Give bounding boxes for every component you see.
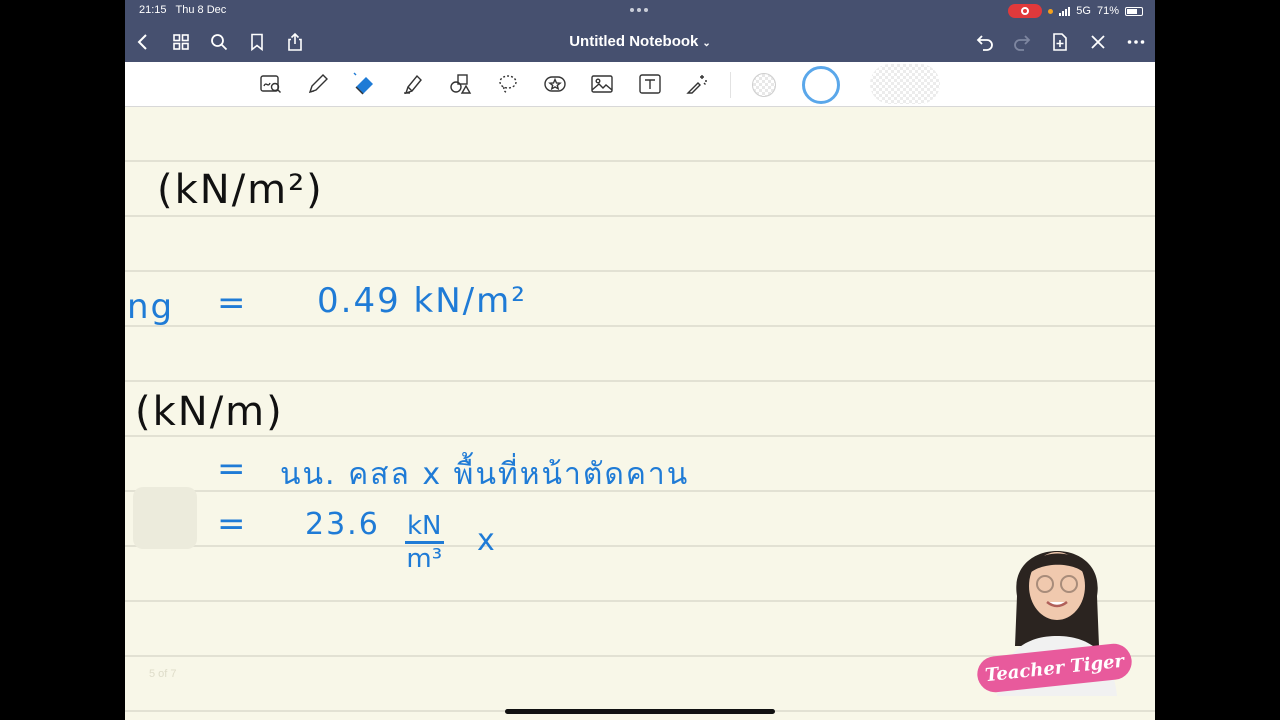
handwritten-heading-kn-per-m2: (kN/m²): [157, 167, 324, 213]
handwritten-equals: =: [217, 283, 248, 323]
handwritten-heading-kn-per-m: (kN/m): [135, 389, 284, 435]
color-swatch-selected[interactable]: [802, 66, 840, 104]
ghost-selection-box: [133, 487, 197, 549]
presenter-webcam-overlay: Teacher Tiger: [975, 516, 1137, 696]
status-time: 21:15: [139, 4, 167, 16]
handwritten-thai-formula: นน. คสล x พื้นที่หน้าตัดคาน: [280, 457, 690, 492]
sticker-icon[interactable]: [541, 70, 569, 98]
notebook-app-screen: 21:15 Thu 8 Dec 5G 71% Untitled Notebook…: [125, 0, 1155, 720]
laser-pointer-icon[interactable]: [683, 70, 711, 98]
ruled-line: [125, 160, 1155, 162]
signal-icon: [1059, 6, 1071, 16]
close-icon[interactable]: [1086, 30, 1110, 54]
fraction-numerator: kN: [405, 511, 444, 544]
handwritten-fraction-kn-per-m3: kN m³: [405, 511, 444, 574]
lasso-icon[interactable]: [494, 70, 522, 98]
home-indicator[interactable]: [505, 709, 775, 714]
handwritten-value-23-6: 23.6: [305, 507, 380, 542]
status-left: 21:15 Thu 8 Dec: [139, 4, 226, 16]
chevron-down-icon: ⌄: [702, 38, 711, 49]
mic-indicator-icon: [1048, 8, 1054, 14]
screen-recording-icon: [1008, 4, 1043, 18]
battery-icon: [1125, 6, 1143, 16]
zoom-window-icon[interactable]: [257, 70, 285, 98]
drawing-toolbar: [125, 62, 1155, 107]
ruled-line: [125, 435, 1155, 437]
redo-icon[interactable]: [1010, 30, 1034, 54]
status-right: 5G 71%: [1008, 4, 1143, 18]
handwritten-equals: =: [217, 504, 248, 544]
ruled-line: [125, 270, 1155, 272]
more-icon[interactable]: [1124, 30, 1148, 54]
highlighter-icon[interactable]: [399, 70, 427, 98]
text-icon[interactable]: [636, 70, 664, 98]
ruled-line: [125, 215, 1155, 217]
handwritten-value-0-49: 0.49 kN/m²: [317, 281, 527, 321]
network-type: 5G: [1076, 5, 1091, 17]
multitasking-dots-icon[interactable]: [630, 8, 648, 12]
image-icon[interactable]: [588, 70, 616, 98]
color-swatch-transparent[interactable]: [752, 73, 776, 97]
toolbar-divider: [730, 72, 731, 98]
shapes-icon[interactable]: [446, 70, 474, 98]
handwritten-word-fragment: ng: [127, 287, 175, 327]
battery-percent: 71%: [1096, 5, 1119, 17]
eraser-icon[interactable]: [351, 70, 379, 98]
color-swatch-highlight[interactable]: [870, 64, 940, 104]
status-date: Thu 8 Dec: [175, 4, 227, 16]
top-navigation-bar: 21:15 Thu 8 Dec 5G 71% Untitled Notebook…: [125, 0, 1155, 62]
page-indicator: 5 of 7: [149, 668, 177, 680]
fraction-denominator: m³: [406, 544, 443, 574]
ruled-line: [125, 325, 1155, 327]
ruled-line: [125, 380, 1155, 382]
pen-icon[interactable]: [304, 70, 332, 98]
notebook-title[interactable]: Untitled Notebook ⌄: [125, 33, 1155, 50]
notebook-title-text: Untitled Notebook: [569, 33, 699, 50]
undo-icon[interactable]: [973, 30, 997, 54]
add-page-icon[interactable]: [1048, 30, 1072, 54]
handwritten-equals: =: [217, 449, 248, 489]
handwritten-multiply: x: [477, 523, 497, 558]
